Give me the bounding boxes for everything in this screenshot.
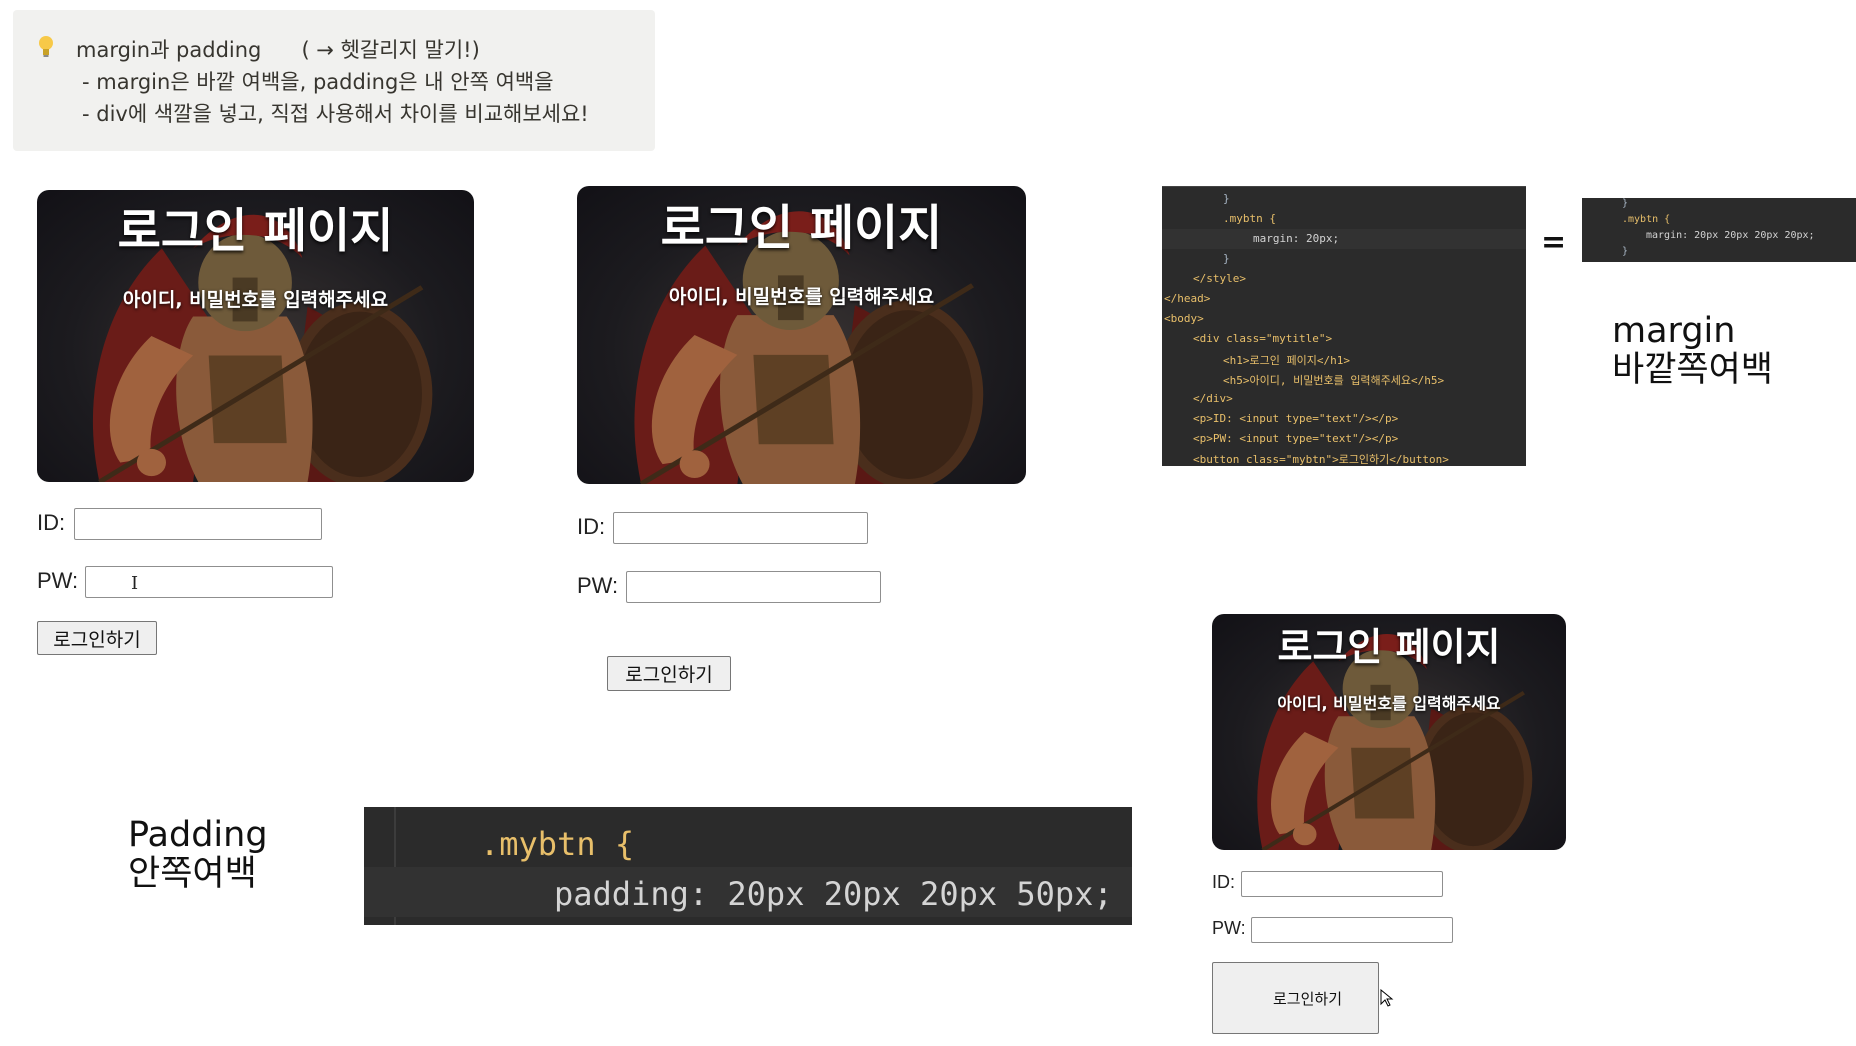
code-line: } bbox=[1223, 192, 1230, 205]
margin-label-line2: 바깥쪽여백 bbox=[1612, 349, 1774, 390]
title-banner: 로그인 페이지 아이디, 비밀번호를 입력해주세요 bbox=[1212, 614, 1566, 850]
code-line: <p>ID: <input type="text"/></p> bbox=[1193, 412, 1399, 425]
code-line: </style> bbox=[1193, 272, 1246, 285]
page-title: 로그인 페이지 bbox=[1277, 625, 1501, 669]
pw-input[interactable] bbox=[626, 571, 881, 603]
page-subtitle: 아이디, 비밀번호를 입력해주세요 bbox=[668, 286, 935, 308]
code-line: } bbox=[1622, 246, 1629, 257]
code-line: .mybtn { bbox=[1223, 212, 1276, 225]
code-line: <h1>로그인 페이지</h1> bbox=[1223, 354, 1350, 367]
id-input[interactable] bbox=[1241, 871, 1443, 897]
pw-label: PW: bbox=[1212, 918, 1246, 938]
pw-label: PW: bbox=[577, 573, 619, 598]
code-line: <div class="mytitle"> bbox=[1193, 332, 1333, 345]
margin-label-line1: margin bbox=[1612, 311, 1736, 351]
code-editor-margin-full: } .mybtn { margin: 20px 20px 20px 20px; … bbox=[1582, 198, 1856, 262]
code-line: .mybtn { bbox=[480, 825, 635, 863]
padding-label: Padding 안쪽여백 bbox=[128, 816, 268, 893]
code-line: margin: 20px 20px 20px 20px; bbox=[1646, 230, 1815, 241]
title-banner: 로그인 페이지 아이디, 비밀번호를 입력해주세요 bbox=[37, 190, 474, 482]
pw-label: PW: bbox=[37, 568, 79, 593]
text-cursor-icon: I bbox=[131, 573, 139, 594]
padding-label-line1: Padding bbox=[128, 815, 268, 855]
pw-input[interactable]: I bbox=[85, 566, 333, 598]
id-input[interactable] bbox=[74, 508, 322, 540]
id-label: ID: bbox=[37, 510, 66, 535]
lightbulb-icon bbox=[39, 36, 53, 57]
code-line: } bbox=[1622, 198, 1629, 209]
login-button-padded[interactable]: 로그인하기 bbox=[1212, 962, 1379, 1034]
login-button-label: 로그인하기 bbox=[1273, 989, 1343, 1008]
page-subtitle: 아이디, 비밀번호를 입력해주세요 bbox=[122, 289, 389, 311]
login-button[interactable]: 로그인하기 bbox=[37, 621, 157, 655]
id-input[interactable] bbox=[613, 512, 868, 544]
page-title: 로그인 페이지 bbox=[117, 204, 394, 259]
code-line: </head> bbox=[1164, 292, 1211, 305]
code-line: <body> bbox=[1164, 312, 1204, 325]
title-banner: 로그인 페이지 아이디, 비밀번호를 입력해주세요 bbox=[577, 186, 1026, 484]
code-editor-padding: .mybtn { padding: 20px 20px 20px 50px; bbox=[364, 807, 1132, 925]
code-editor-margin: } .mybtn { margin: 20px; } </style> </he… bbox=[1162, 186, 1526, 466]
tip-callout: margin과 padding ( → 헷갈리지 말기!) - margin은 … bbox=[13, 10, 655, 151]
padding-label-line2: 안쪽여백 bbox=[128, 853, 257, 894]
callout-line-2: - margin은 바깥 여백을, padding은 내 안쪽 여백을 bbox=[82, 70, 554, 94]
id-label: ID: bbox=[577, 514, 606, 539]
code-line: </div> bbox=[1193, 392, 1233, 405]
code-line: .mybtn { bbox=[1622, 214, 1671, 225]
code-line-highlighted: margin: 20px; bbox=[1253, 232, 1340, 245]
code-line: <p>PW: <input type="text"/></p> bbox=[1193, 432, 1399, 445]
margin-label: margin 바깥쪽여백 bbox=[1612, 312, 1773, 389]
code-line: <h5>아이디, 비밀번호를 입력해주세요</h5> bbox=[1223, 374, 1445, 387]
login-button[interactable]: 로그인하기 bbox=[607, 656, 731, 691]
equals-sign: = bbox=[1541, 225, 1567, 260]
callout-line-1: margin과 padding ( → 헷갈리지 말기!) bbox=[76, 38, 480, 62]
code-line: <button class="mybtn">로그인하기</button> bbox=[1193, 453, 1449, 466]
code-line: } bbox=[1223, 252, 1230, 265]
pw-input[interactable] bbox=[1251, 917, 1453, 943]
page-subtitle: 아이디, 비밀번호를 입력해주세요 bbox=[1277, 694, 1501, 713]
id-label: ID: bbox=[1212, 872, 1236, 892]
code-line: padding: 20px 20px 20px 50px; bbox=[554, 875, 1113, 913]
page-title: 로그인 페이지 bbox=[660, 200, 943, 256]
mouse-pointer-icon bbox=[1380, 989, 1394, 1007]
callout-line-3: - div에 색깔을 넣고, 직접 사용해서 차이를 비교해보세요! bbox=[82, 102, 589, 126]
